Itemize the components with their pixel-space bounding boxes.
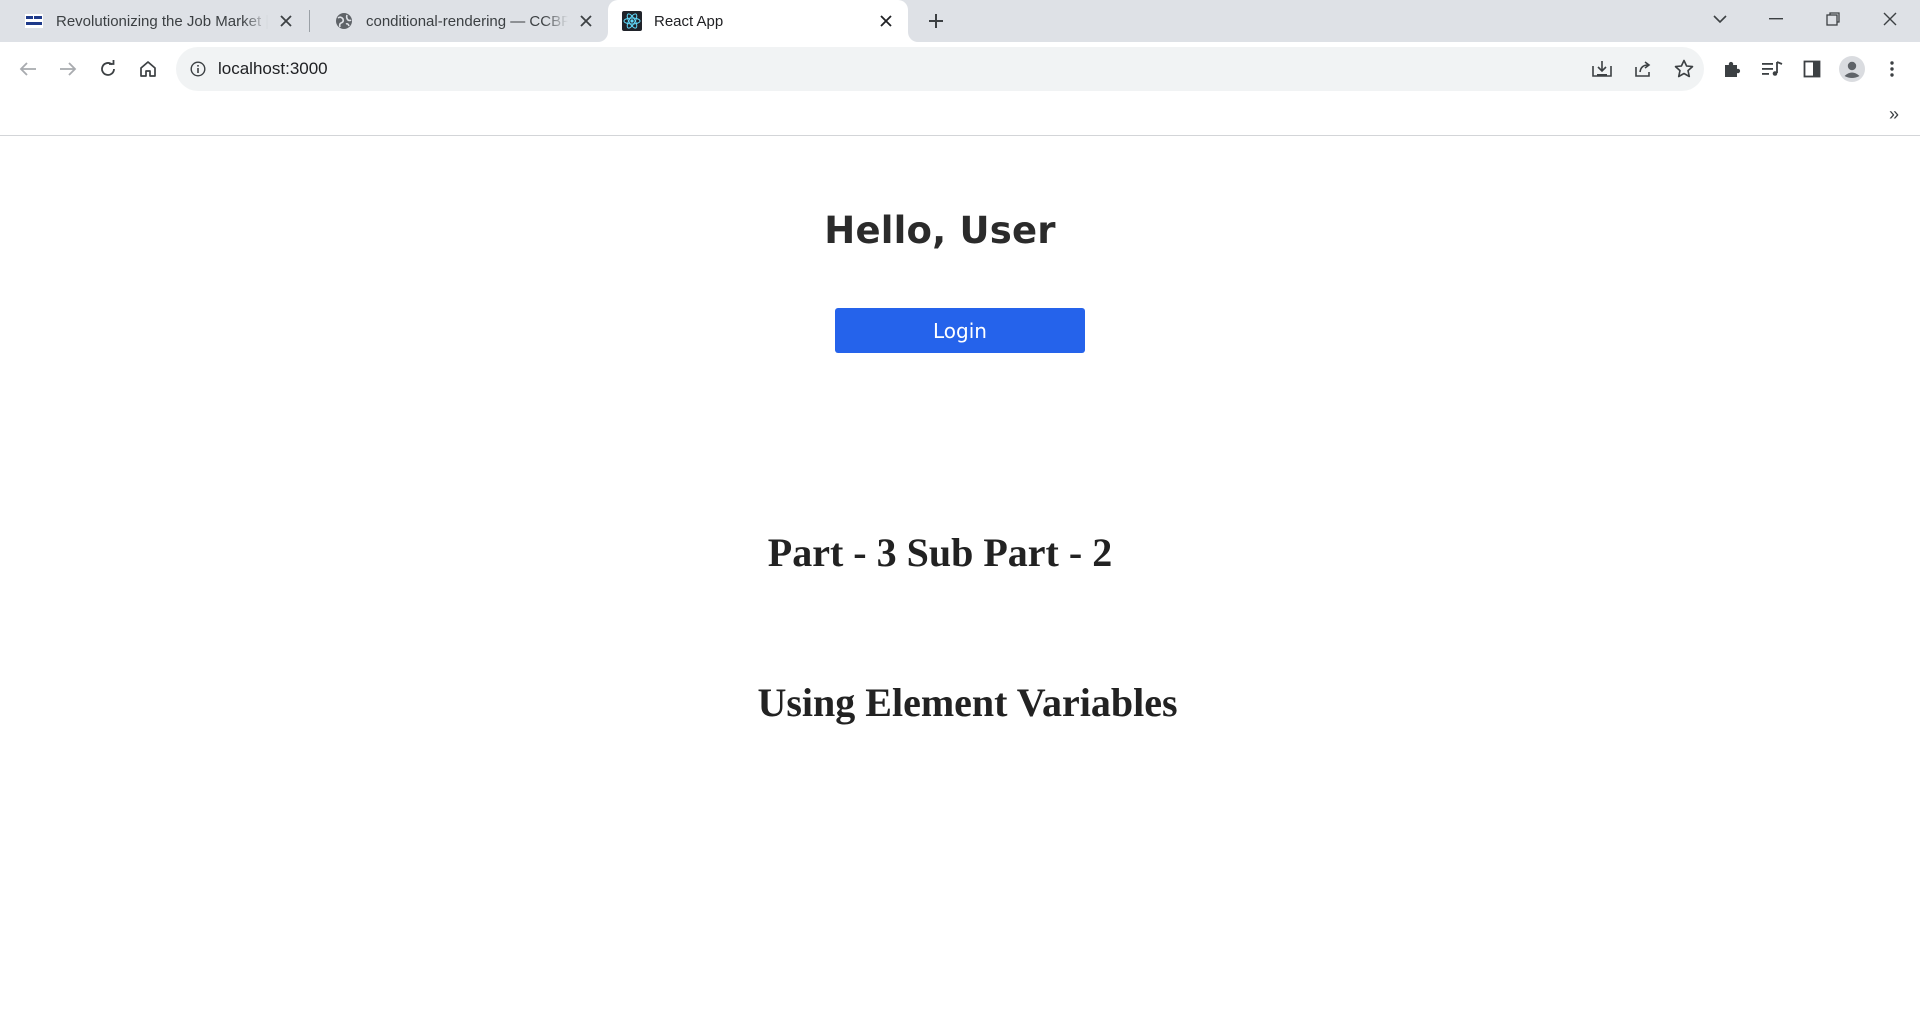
side-panel-icon[interactable] (1796, 53, 1828, 85)
tab-strip: Revolutionizing the Job Market | conditi… (0, 0, 1920, 42)
globe-icon (334, 11, 354, 31)
tab-react-app[interactable]: React App (608, 0, 908, 42)
close-window-icon[interactable] (1862, 0, 1918, 38)
share-icon[interactable] (1629, 55, 1657, 83)
bookmarks-overflow-button[interactable]: » (1882, 102, 1906, 126)
login-button[interactable]: Login (835, 308, 1085, 353)
bookmarks-bar: » (0, 96, 1920, 136)
part-heading: Part - 3 Sub Part - 2 (767, 530, 1113, 575)
media-controls-icon[interactable] (1756, 53, 1788, 85)
home-icon[interactable] (132, 53, 164, 85)
nxtwave-logo-icon (24, 11, 44, 31)
puzzle-piece-icon[interactable] (1716, 53, 1748, 85)
topic-heading: Using Element Variables (757, 680, 1178, 725)
new-tab-button[interactable] (920, 5, 952, 37)
minimize-icon[interactable] (1748, 0, 1804, 38)
profile-avatar-icon[interactable] (1836, 53, 1868, 85)
kebab-menu-icon[interactable] (1876, 53, 1908, 85)
greeting-heading: Hello, User (824, 209, 1056, 252)
back-arrow-icon[interactable] (12, 53, 44, 85)
tab-title: React App (654, 12, 724, 30)
forward-arrow-icon[interactable] (52, 53, 84, 85)
page-content: Hello, User Login Part - 3 Sub Part - 2 … (0, 137, 1920, 1017)
tab-conditional-rendering[interactable]: conditional-rendering — CCBP ID (310, 0, 608, 42)
close-tab-icon[interactable] (274, 9, 298, 33)
close-tab-icon[interactable] (574, 9, 598, 33)
reload-icon[interactable] (92, 53, 124, 85)
react-logo-icon (622, 11, 642, 31)
tab-job-market[interactable]: Revolutionizing the Job Market | (0, 0, 308, 42)
url-text: localhost:3000 (218, 59, 328, 78)
tab-title: conditional-rendering — CCBP ID (366, 12, 568, 30)
browser-toolbar: localhost:3000 (0, 42, 1920, 96)
site-info-icon[interactable] (186, 57, 210, 81)
star-icon[interactable] (1670, 55, 1698, 83)
address-bar[interactable]: localhost:3000 (176, 47, 1704, 91)
restore-icon[interactable] (1805, 0, 1861, 38)
tab-search-chevron-icon[interactable] (1692, 0, 1748, 38)
tab-title: Revolutionizing the Job Market | (56, 12, 268, 30)
close-tab-icon[interactable] (874, 9, 898, 33)
install-app-icon[interactable] (1588, 55, 1616, 83)
